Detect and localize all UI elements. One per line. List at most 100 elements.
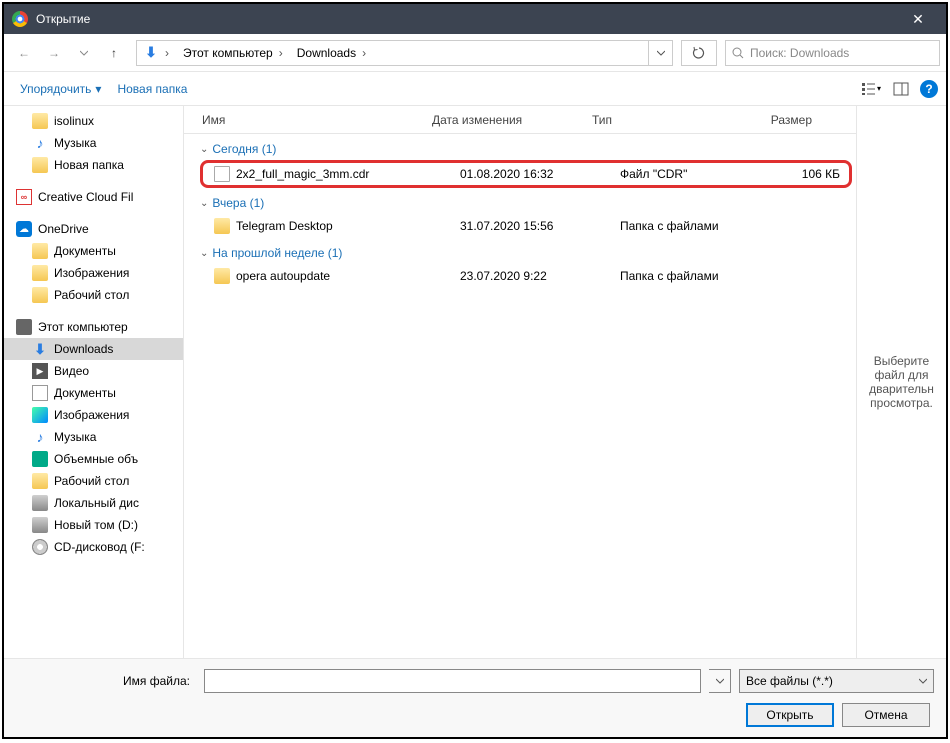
bottom-panel: Имя файла: Все файлы (*.*) Открыть Отмен… <box>4 658 946 737</box>
breadcrumb-root-icon[interactable]: ⬇ <box>137 41 177 65</box>
tree-item[interactable]: Изображения <box>4 404 183 426</box>
group-header[interactable]: Сегодня (1) <box>196 138 856 160</box>
col-name[interactable]: Имя <box>202 113 432 127</box>
file-date: 01.08.2020 16:32 <box>460 167 620 181</box>
column-headers[interactable]: Имя Дата изменения Тип Размер <box>184 106 856 134</box>
tree-item[interactable]: ♪ Музыка <box>4 426 183 448</box>
refresh-button[interactable] <box>681 40 717 66</box>
tree-item[interactable]: Документы <box>4 382 183 404</box>
open-button[interactable]: Открыть <box>746 703 834 727</box>
cube-icon <box>32 451 48 467</box>
tree-item[interactable]: Новая папка <box>4 154 183 176</box>
up-button[interactable]: ↑ <box>100 39 128 67</box>
folder-icon <box>214 268 230 284</box>
group-header[interactable]: Вчера (1) <box>196 192 856 214</box>
col-type[interactable]: Тип <box>592 113 732 127</box>
tree-item-label: Новый том (D:) <box>54 518 138 532</box>
folder-icon <box>32 113 48 129</box>
tree-item-label: Этот компьютер <box>38 320 128 334</box>
tree-item[interactable]: ♪Музыка <box>4 132 183 154</box>
folder-icon <box>32 287 48 303</box>
window-title: Открытие <box>36 12 898 26</box>
tree-item-label: isolinux <box>54 114 94 128</box>
cancel-button[interactable]: Отмена <box>842 703 930 727</box>
filename-dropdown[interactable] <box>709 669 731 693</box>
breadcrumb-seg-1[interactable]: Downloads <box>291 41 374 65</box>
tree-item[interactable]: isolinux <box>4 110 183 132</box>
breadcrumb-dropdown[interactable] <box>648 41 672 65</box>
toolbar: Упорядочить ▾ Новая папка ▾ ? <box>4 72 946 106</box>
file-type-filter[interactable]: Все файлы (*.*) <box>739 669 934 693</box>
forward-button[interactable]: → <box>40 39 68 67</box>
folder-icon <box>214 218 230 234</box>
help-button[interactable]: ? <box>920 80 938 98</box>
navbar: ← → ↑ ⬇ Этот компьютер Downloads Поиск: … <box>4 34 946 72</box>
view-mode-button[interactable]: ▾ <box>860 78 882 100</box>
titlebar: Открытие ✕ <box>4 4 946 34</box>
file-row[interactable]: 2x2_full_magic_3mm.cdr01.08.2020 16:32Фа… <box>202 162 850 186</box>
preview-pane-icon <box>893 82 909 96</box>
tree-item[interactable]: ☁ OneDrive <box>4 218 183 240</box>
col-size[interactable]: Размер <box>732 113 812 127</box>
tree-item[interactable]: Документы <box>4 240 183 262</box>
filename-input[interactable] <box>204 669 701 693</box>
tree-item[interactable]: CD-дисковод (F: <box>4 536 183 558</box>
chevron-down-icon: ▾ <box>95 82 101 96</box>
new-folder-button[interactable]: Новая папка <box>109 78 195 100</box>
folder-icon <box>32 265 48 281</box>
folder-icon <box>32 473 48 489</box>
close-button[interactable]: ✕ <box>898 11 938 28</box>
folder-icon <box>32 157 48 173</box>
file-name: 2x2_full_magic_3mm.cdr <box>236 167 460 181</box>
search-input[interactable]: Поиск: Downloads <box>725 40 940 66</box>
tree-item[interactable]: ⬇Downloads <box>4 338 183 360</box>
tree-item[interactable]: ▶ Видео <box>4 360 183 382</box>
drive-icon <box>32 495 48 511</box>
tree-item[interactable]: Изображения <box>4 262 183 284</box>
music-icon: ♪ <box>32 135 48 151</box>
tree-item-label: Рабочий стол <box>54 288 129 302</box>
tree-item[interactable]: Рабочий стол <box>4 470 183 492</box>
file-date: 31.07.2020 15:56 <box>460 219 620 233</box>
tree-item-label: Изображения <box>54 266 129 280</box>
tree-item[interactable]: Рабочий стол <box>4 284 183 306</box>
doc-icon <box>32 385 48 401</box>
onedrive-icon: ☁ <box>16 221 32 237</box>
view-list-icon <box>861 82 877 96</box>
cd-icon <box>32 539 48 555</box>
tree-item-label: Документы <box>54 244 116 258</box>
file-name: opera autoupdate <box>236 269 460 283</box>
tree-item-label: Музыка <box>54 430 96 444</box>
tree-item-label: Downloads <box>54 342 113 356</box>
pc-icon <box>16 319 32 335</box>
tree-item[interactable]: ∞Creative Cloud Fil <box>4 186 183 208</box>
back-button[interactable]: ← <box>10 39 38 67</box>
tree-item[interactable]: Этот компьютер <box>4 316 183 338</box>
preview-pane-toggle[interactable] <box>890 78 912 100</box>
chrome-icon <box>12 11 28 27</box>
tree-item-label: OneDrive <box>38 222 89 236</box>
group-header[interactable]: На прошлой неделе (1) <box>196 242 856 264</box>
refresh-icon <box>692 46 706 60</box>
file-type: Файл "CDR" <box>620 167 760 181</box>
video-icon: ▶ <box>32 363 48 379</box>
music-icon: ♪ <box>32 429 48 445</box>
organize-menu[interactable]: Упорядочить ▾ <box>12 78 109 100</box>
file-row[interactable]: Telegram Desktop31.07.2020 15:56Папка с … <box>196 214 856 238</box>
recent-dropdown[interactable] <box>70 39 98 67</box>
drive-icon <box>32 517 48 533</box>
tree-item-label: Creative Cloud Fil <box>38 190 133 204</box>
preview-text: Выберите файл для дварительн просмотра. <box>865 354 938 410</box>
tree-item[interactable]: Объемные объ <box>4 448 183 470</box>
col-date[interactable]: Дата изменения <box>432 113 592 127</box>
preview-pane: Выберите файл для дварительн просмотра. <box>856 106 946 658</box>
breadcrumb-seg-0[interactable]: Этот компьютер <box>177 41 291 65</box>
breadcrumb[interactable]: ⬇ Этот компьютер Downloads <box>136 40 673 66</box>
file-row[interactable]: opera autoupdate23.07.2020 9:22Папка с ф… <box>196 264 856 288</box>
filename-label: Имя файла: <box>16 674 196 688</box>
chevron-down-icon <box>919 677 927 685</box>
folder-tree[interactable]: isolinux ♪ Музыка Новая папка ∞Creative Clou… <box>4 106 184 658</box>
tree-item-label: Видео <box>54 364 89 378</box>
tree-item[interactable]: Новый том (D:) <box>4 514 183 536</box>
tree-item[interactable]: Локальный дис <box>4 492 183 514</box>
